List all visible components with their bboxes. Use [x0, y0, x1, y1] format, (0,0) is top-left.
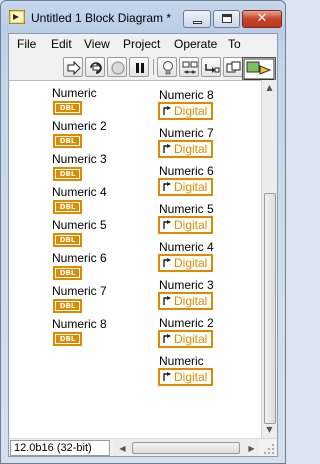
- scroll-right-arrow-icon[interactable]: ▶: [244, 441, 259, 456]
- run-continuously-icon: [90, 62, 102, 74]
- indicator-arrow-icon: [163, 296, 171, 305]
- indicator-arrow-icon: [163, 220, 171, 229]
- indicator-label: Numeric 6: [159, 164, 214, 178]
- indicator-arrow-icon: [163, 372, 171, 381]
- control-label: Numeric 6: [52, 251, 107, 265]
- pause-icon: [136, 63, 144, 73]
- control-label: Numeric 3: [52, 152, 107, 166]
- menu-file[interactable]: File: [17, 37, 36, 51]
- digital-indicator-terminal[interactable]: Digital: [158, 178, 213, 196]
- vertical-scrollbar[interactable]: ▲ ▼: [261, 80, 277, 438]
- minimize-button[interactable]: [183, 10, 211, 28]
- control-label: Numeric 2: [52, 119, 107, 133]
- menu-operate[interactable]: Operate: [174, 37, 217, 51]
- scroll-up-arrow-icon[interactable]: ▲: [262, 80, 277, 95]
- digital-indicator-terminal[interactable]: Digital: [158, 254, 213, 272]
- dbl-control-terminal[interactable]: DBL: [53, 134, 82, 148]
- dbl-control-terminal[interactable]: DBL: [53, 200, 82, 214]
- step-into-icon: [205, 64, 220, 73]
- status-bar: 12.0b16 (32-bit) ◀ ▶: [9, 438, 277, 456]
- indicator-label: Numeric 2: [159, 316, 214, 330]
- menu-project[interactable]: Project: [123, 37, 160, 51]
- retain-wire-values-button[interactable]: [179, 57, 199, 77]
- control-label: Numeric 4: [52, 185, 107, 199]
- horizontal-scroll-thumb[interactable]: [132, 442, 240, 454]
- highlight-execution-button[interactable]: [157, 57, 177, 77]
- digital-indicator-terminal[interactable]: Digital: [158, 292, 213, 310]
- window-client: File Edit View Project Operate To Numeri…: [8, 33, 278, 457]
- menu-bar: File Edit View Project Operate To: [9, 34, 241, 54]
- run-continuously-button[interactable]: [85, 57, 105, 77]
- indicator-label: Numeric 5: [159, 202, 214, 216]
- run-button[interactable]: [63, 57, 83, 77]
- step-into-button[interactable]: [201, 57, 221, 77]
- menu-view[interactable]: View: [84, 37, 110, 51]
- block-diagram-window: Untitled 1 Block Diagram * ✕ File Edit V…: [0, 0, 286, 464]
- indicator-label: Numeric 3: [159, 278, 214, 292]
- maximize-button[interactable]: [213, 10, 240, 28]
- indicator-label: Numeric 7: [159, 126, 214, 140]
- close-button[interactable]: ✕: [242, 10, 282, 28]
- toolbar-separator: [153, 59, 154, 75]
- dbl-control-terminal[interactable]: DBL: [53, 101, 82, 115]
- dbl-control-terminal[interactable]: DBL: [53, 233, 82, 247]
- digital-indicator-terminal[interactable]: Digital: [158, 102, 213, 120]
- digital-indicator-terminal[interactable]: Digital: [158, 140, 213, 158]
- vertical-scroll-thumb[interactable]: [264, 193, 276, 424]
- dbl-control-terminal[interactable]: DBL: [53, 167, 82, 181]
- dbl-control-terminal[interactable]: DBL: [53, 299, 82, 313]
- indicator-label: Numeric 4: [159, 240, 214, 254]
- control-label: Numeric 5: [52, 218, 107, 232]
- indicator-label: Numeric: [159, 354, 204, 368]
- step-over-button[interactable]: [223, 57, 243, 77]
- dbl-control-terminal[interactable]: DBL: [53, 266, 82, 280]
- digital-indicator-terminal[interactable]: Digital: [158, 330, 213, 348]
- menu-edit[interactable]: Edit: [51, 37, 72, 51]
- run-arrow-icon: [67, 60, 81, 76]
- menu-tools[interactable]: To: [228, 37, 241, 51]
- block-diagram-canvas[interactable]: Numeric DBL Numeric 2 DBL Numeric 3 DBL …: [9, 80, 261, 439]
- window-title: Untitled 1 Block Diagram *: [31, 11, 172, 25]
- indicator-arrow-icon: [163, 144, 171, 153]
- abort-button[interactable]: [107, 57, 127, 77]
- labview-app-icon: [9, 10, 25, 24]
- control-label: Numeric 8: [52, 317, 107, 331]
- close-icon: ✕: [256, 11, 268, 26]
- version-indicator: 12.0b16 (32-bit): [10, 440, 110, 456]
- indicator-arrow-icon: [163, 182, 171, 191]
- control-label: Numeric 7: [52, 284, 107, 298]
- pause-button[interactable]: [129, 57, 149, 77]
- horizontal-scrollbar[interactable]: ◀ ▶: [113, 440, 259, 456]
- retain-wire-values-icon: [182, 61, 198, 74]
- dbl-control-terminal[interactable]: DBL: [53, 332, 82, 346]
- abort-icon: [111, 61, 125, 75]
- indicator-arrow-icon: [163, 258, 171, 267]
- digital-indicator-terminal[interactable]: Digital: [158, 368, 213, 386]
- digital-indicator-terminal[interactable]: Digital: [158, 216, 213, 234]
- highlight-execution-icon: [163, 61, 173, 75]
- indicator-label: Numeric 8: [159, 88, 214, 102]
- toolbar: 1: [9, 54, 276, 95]
- indicator-arrow-icon: [163, 106, 171, 115]
- control-label: Numeric: [52, 86, 97, 100]
- scroll-down-arrow-icon[interactable]: ▼: [262, 422, 277, 437]
- title-bar[interactable]: Untitled 1 Block Diagram * ✕: [1, 1, 285, 33]
- resize-grip-icon[interactable]: [261, 440, 276, 456]
- step-over-icon: [226, 61, 241, 73]
- indicator-arrow-icon: [163, 334, 171, 343]
- scroll-left-arrow-icon[interactable]: ◀: [115, 441, 130, 456]
